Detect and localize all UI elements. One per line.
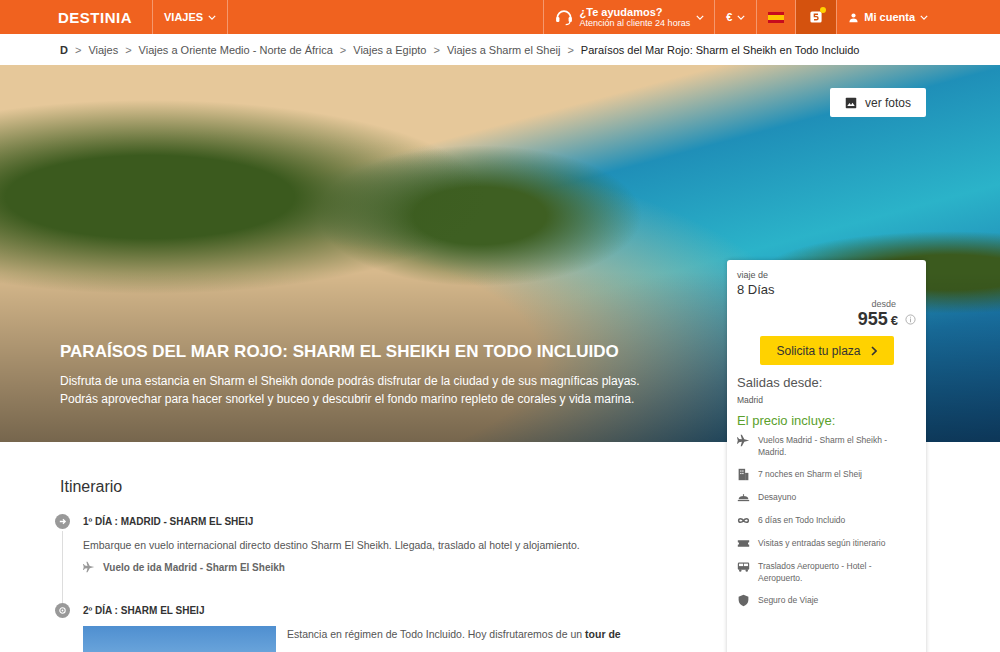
breadcrumb-item[interactable]: Viajes a Egipto xyxy=(353,44,426,56)
breadcrumb-item: Paraísos del Mar Rojo: Sharm el Sheikh e… xyxy=(581,44,860,56)
currency-menu[interactable]: € xyxy=(715,0,756,34)
ticket-icon xyxy=(737,537,750,550)
price-card: viaje de 8 Días desde955€ Solicita tu plaza… xyxy=(727,260,926,652)
breadcrumb-separator: > xyxy=(567,44,573,56)
include-item: Visitas y entradas según itinerario xyxy=(737,537,916,550)
hero-description: Disfruta de una estancia en Sharm el She… xyxy=(60,372,700,390)
from-label: desde xyxy=(737,299,896,309)
account-menu[interactable]: Mi cuenta xyxy=(837,0,928,34)
duration-label: viaje de xyxy=(737,270,916,280)
chevron-down-icon xyxy=(208,15,216,20)
breadcrumb-separator: > xyxy=(75,44,81,56)
day-description: Estancia en régimen de Todo Incluido. Ho… xyxy=(287,626,621,652)
spain-flag-icon xyxy=(768,12,784,23)
help-menu[interactable]: ¿Te ayudamos?Atención al cliente 24 hora… xyxy=(544,0,715,34)
breadcrumb-separator: > xyxy=(125,44,131,56)
flight-info: Vuelo de ida Madrid - Sharm El Sheikh xyxy=(83,561,654,573)
image-icon xyxy=(845,97,857,109)
location-icon xyxy=(55,603,70,618)
breadcrumb-separator: > xyxy=(340,44,346,56)
itinerary-title: Itinerario xyxy=(60,478,654,496)
day-title: 2º DÍA : SHARM EL SHEIJ xyxy=(83,603,654,618)
price: 955 xyxy=(858,309,888,330)
breadcrumb-separator: > xyxy=(433,44,439,56)
itinerary-day: 1º DÍA : MADRID - SHARM EL SHEIJ Embarque… xyxy=(54,514,654,603)
page: DESTINIAVIAJES ¿Te ayudamos?Atención al c… xyxy=(0,0,1000,652)
departure-city: Madrid xyxy=(737,395,916,405)
rewards-button[interactable] xyxy=(796,0,836,34)
itinerary: Itinerario 1º DÍA : MADRID - SHARM EL SHE… xyxy=(0,442,654,652)
include-item: Traslados Aeropuerto - Hotel - Aeropuert… xyxy=(737,560,916,584)
itinerary-day: 2º DÍA : SHARM EL SHEIJ Estancia en régim… xyxy=(54,603,654,652)
plane-icon xyxy=(83,561,95,573)
headset-icon xyxy=(554,7,574,27)
chevron-down-icon xyxy=(737,15,745,20)
includes-title: El precio incluye: xyxy=(737,413,916,428)
duration: 8 Días xyxy=(737,282,916,297)
day-description: Embarque en vuelo internacional directo … xyxy=(83,537,654,553)
breadcrumb-item[interactable]: Viajes xyxy=(88,44,118,56)
chevron-right-icon xyxy=(871,346,877,356)
hotel-icon xyxy=(737,468,750,481)
hero-description: Podrás aprovechar para hacer snorkel y b… xyxy=(60,390,700,408)
plane-icon xyxy=(737,434,750,447)
chevron-down-icon xyxy=(920,15,928,20)
include-item: Vuelos Madrid - Sharm el Sheikh - Madrid… xyxy=(737,434,916,458)
breadcrumb-home[interactable]: D xyxy=(60,44,68,56)
departures-label: Salidas desde: xyxy=(737,375,916,390)
logo[interactable]: DESTINIA xyxy=(58,0,152,34)
breadcrumb-item[interactable]: Viajes a Sharm el Sheij xyxy=(447,44,561,56)
help-title: ¿Te ayudamos? xyxy=(580,6,691,19)
day-photo xyxy=(83,626,276,652)
breadcrumb-item[interactable]: Viajes a Oriente Medio - Norte de África xyxy=(139,44,333,56)
bus-icon xyxy=(737,560,750,573)
info-icon[interactable] xyxy=(905,314,916,325)
day-title: 1º DÍA : MADRID - SHARM EL SHEIJ xyxy=(83,514,654,529)
top-bar: DESTINIAVIAJES ¿Te ayudamos?Atención al c… xyxy=(0,0,1000,34)
user-icon xyxy=(848,12,859,23)
chevron-down-icon xyxy=(696,15,704,20)
include-item: 7 noches en Sharm el Sheij xyxy=(737,468,916,481)
infinity-icon xyxy=(737,514,750,527)
hero-title: PARAÍSOS DEL MAR ROJO: SHARM EL SHEIKH E… xyxy=(60,342,700,362)
view-photos-button[interactable]: ver fotos xyxy=(830,88,926,117)
language-menu[interactable] xyxy=(757,0,795,34)
breadcrumb: D > Viajes > Viajes a Oriente Medio - Norte … xyxy=(0,34,1000,65)
meal-icon xyxy=(737,491,750,504)
price-currency: € xyxy=(891,313,898,328)
nav-item[interactable]: VIAJES xyxy=(153,0,227,34)
include-item: 6 días en Todo Incluido xyxy=(737,514,916,527)
include-item: Seguro de Viaje xyxy=(737,594,916,607)
help-subtitle: Atención al cliente 24 horas xyxy=(580,18,691,28)
departure-icon xyxy=(55,514,70,529)
include-item: Desayuno xyxy=(737,491,916,504)
request-seat-button[interactable]: Solicita tu plaza xyxy=(760,336,894,365)
shield-icon xyxy=(737,594,750,607)
notification-dot xyxy=(820,7,826,13)
